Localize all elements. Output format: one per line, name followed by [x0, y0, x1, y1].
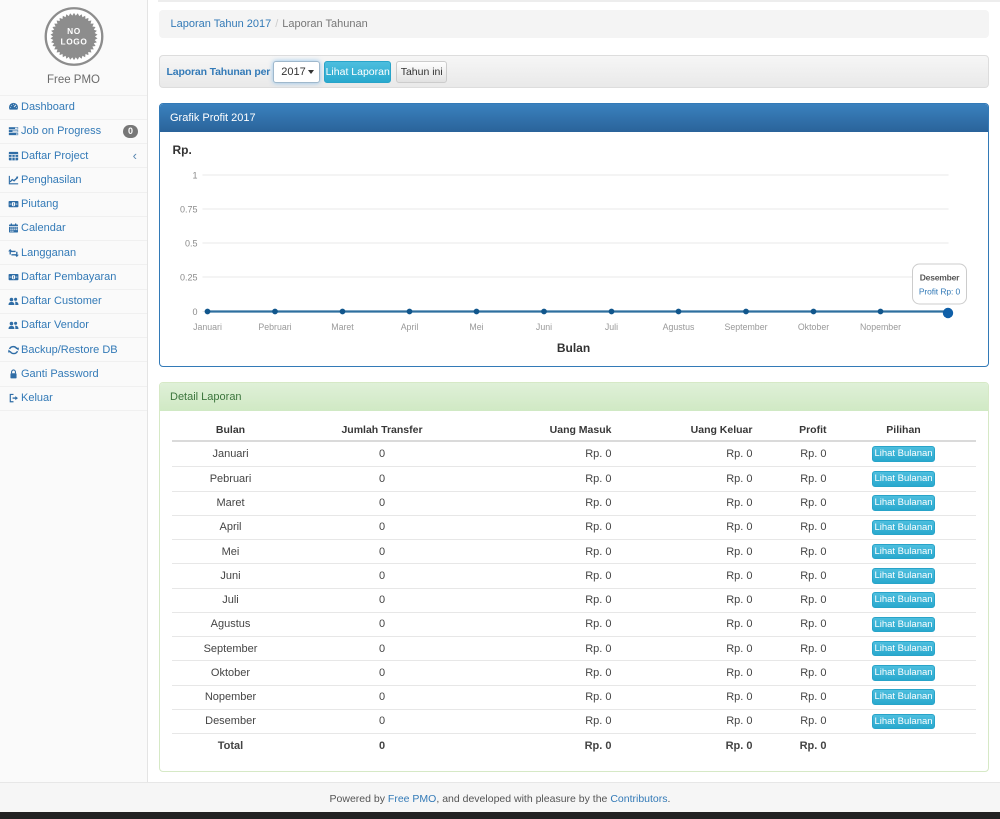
svg-text:Bulan: Bulan: [556, 341, 589, 355]
svg-text:Maret: Maret: [331, 322, 354, 332]
svg-text:0: 0: [192, 307, 197, 317]
svg-text:0.75: 0.75: [179, 205, 197, 215]
svg-text:Oktober: Oktober: [797, 322, 828, 332]
svg-text:Mei: Mei: [469, 322, 483, 332]
svg-text:NO: NO: [67, 26, 81, 36]
svg-text:0.25: 0.25: [179, 273, 197, 283]
svg-text:Juni: Juni: [535, 322, 551, 332]
svg-text:0.5: 0.5: [184, 239, 197, 249]
svg-text:Agustus: Agustus: [662, 322, 694, 332]
svg-text:Januari: Januari: [193, 322, 222, 332]
svg-text:April: April: [400, 322, 418, 332]
svg-text:Juli: Juli: [604, 322, 617, 332]
svg-text:Rp.: Rp.: [172, 143, 191, 157]
svg-text:Profit Rp: 0: Profit Rp: 0: [918, 287, 960, 297]
svg-text:Desember: Desember: [919, 273, 959, 283]
svg-text:September: September: [724, 322, 767, 332]
svg-text:LOGO: LOGO: [60, 37, 87, 47]
svg-text:Nopember: Nopember: [859, 322, 900, 332]
svg-text:1: 1: [192, 171, 197, 181]
svg-text:Pebruari: Pebruari: [258, 322, 291, 332]
